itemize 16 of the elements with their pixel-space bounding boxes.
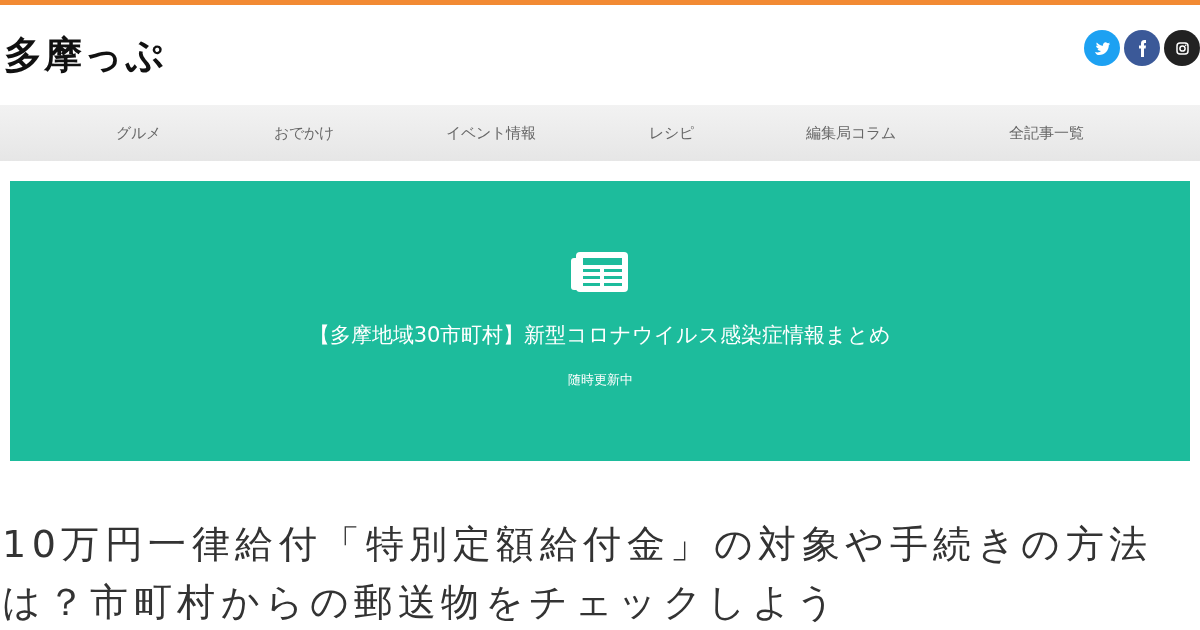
newspaper-icon bbox=[571, 252, 629, 292]
nav-link[interactable]: レシピ bbox=[648, 121, 694, 145]
social-link[interactable] bbox=[1124, 30, 1160, 66]
article-title: 10万円一律給付「特別定額給付金」の対象や手続きの方法は？市町村からの郵送物をチェックしよう bbox=[1, 521, 1154, 626]
nav-link[interactable]: おでかけ bbox=[274, 121, 334, 145]
facebook-f-icon bbox=[1138, 39, 1146, 57]
banner-title: 【多摩地域30市町村】新型コロナウイルス感染症情報まとめ bbox=[308, 322, 892, 349]
instagram-camera-icon bbox=[1175, 41, 1189, 55]
nav-link[interactable]: イベント情報 bbox=[446, 121, 536, 145]
social-link[interactable] bbox=[1164, 30, 1200, 66]
site-logo[interactable]: 多摩っぷ bbox=[4, 27, 166, 84]
banner-subtitle: 随時更新中 bbox=[567, 370, 633, 389]
twitter-bird-icon bbox=[1093, 41, 1111, 55]
nav-link[interactable]: 編集局コラム bbox=[806, 121, 896, 145]
nav-link[interactable]: 全記事一覧 bbox=[1008, 121, 1084, 145]
nav-link[interactable]: グルメ bbox=[115, 121, 161, 145]
